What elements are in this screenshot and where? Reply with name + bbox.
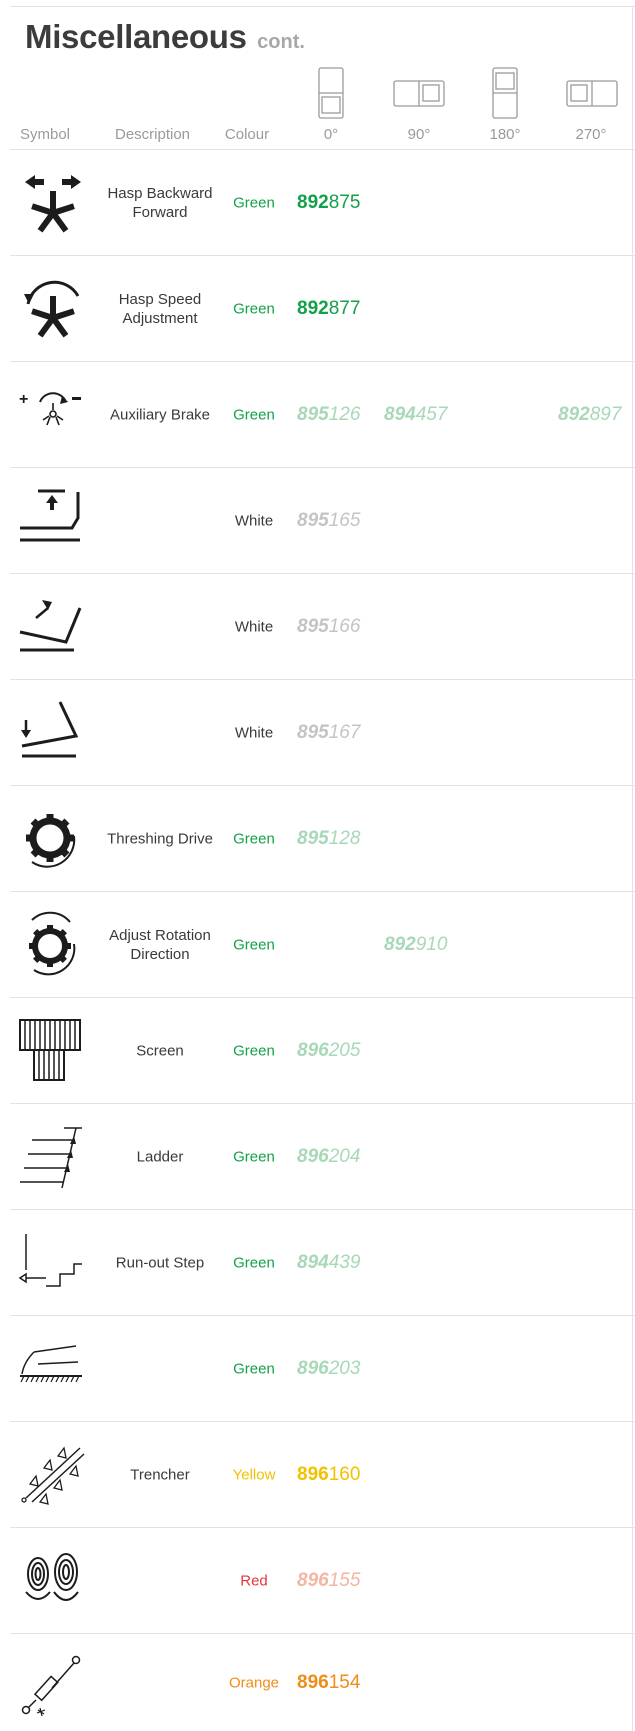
row-colour: Green <box>233 936 275 953</box>
code-0: 892877 <box>297 297 361 319</box>
row-description: Threshing Drive <box>107 830 213 847</box>
row-colour: Yellow <box>232 1466 276 1483</box>
row-description: Adjust Rotation Direction <box>109 926 211 963</box>
rotation-direction-icon <box>29 911 76 976</box>
col-colour: Colour <box>224 126 270 143</box>
table-row: Run-out Step Green 894439 <box>10 1210 635 1316</box>
code-0: 894439 <box>297 1251 361 1273</box>
code-0: 896204 <box>297 1145 361 1167</box>
code-0: 895128 <box>297 827 361 849</box>
code-0: 895167 <box>297 721 361 743</box>
row-colour: Green <box>233 194 275 211</box>
table-row: White 895165 <box>10 468 635 574</box>
code-0: 896155 <box>297 1569 361 1591</box>
table-row: Hasp Speed Adjustment Green 892877 <box>10 256 635 362</box>
page: Miscellaneous cont. Symbol Description C… <box>0 0 635 1731</box>
table-row: White 895167 <box>10 680 635 786</box>
row-description: Run-out Step <box>115 1254 205 1271</box>
orientation-180-icon <box>492 67 518 119</box>
row-colour: White <box>234 512 274 529</box>
code-0: 895165 <box>297 509 361 531</box>
orientation-0-icon <box>318 67 344 119</box>
blade-icon <box>20 1345 82 1383</box>
table-row: Green 896203 <box>10 1316 635 1422</box>
page-title: Miscellaneous cont. <box>25 18 305 56</box>
tray-raise-icon <box>20 489 80 542</box>
row-colour: Red <box>240 1572 268 1589</box>
footprints-icon <box>25 1553 79 1601</box>
row-colour: White <box>234 724 274 741</box>
table-row: Adjust Rotation Direction Green 892910 <box>10 892 635 998</box>
row-colour: White <box>234 618 274 635</box>
row-description: Trencher <box>130 1466 190 1483</box>
row-description: Hasp Speed Adjustment <box>118 290 202 327</box>
table-row: Red 896155 <box>10 1528 635 1634</box>
row-description: Hasp Backward Forward <box>107 184 213 221</box>
row-colour: Green <box>233 830 275 847</box>
row-description: Ladder <box>136 1148 184 1165</box>
table-row: Orange 896154 <box>10 1634 635 1731</box>
ladder-icon <box>20 1127 82 1189</box>
col-0: 0° <box>323 126 339 143</box>
tray-tilt-down-icon <box>21 701 79 758</box>
code-0: 896205 <box>297 1039 361 1061</box>
table-row: Hasp Backward Forward Green 892875 <box>10 150 635 256</box>
code-0: 895126 <box>297 403 361 425</box>
hydraulic-cylinder-icon <box>21 1655 81 1717</box>
row-colour: Orange <box>228 1674 280 1691</box>
table-row: Screen Green 896205 <box>10 998 635 1104</box>
row-colour: Green <box>233 1148 275 1165</box>
table-row: Trencher Yellow 896160 <box>10 1422 635 1528</box>
table-row: White 895166 <box>10 574 635 680</box>
code-270: 892897 <box>558 403 622 425</box>
run-out-step-icon <box>18 1234 82 1287</box>
screen-icon <box>19 1019 81 1081</box>
row-description: Auxiliary Brake <box>109 406 211 423</box>
col-90: 90° <box>407 126 431 143</box>
row-description: Screen <box>136 1042 184 1059</box>
row-colour: Green <box>233 406 275 423</box>
col-270: 270° <box>575 126 607 143</box>
title-main: Miscellaneous <box>25 18 247 55</box>
row-colour: Green <box>233 1254 275 1271</box>
top-divider <box>10 6 635 7</box>
hasp-backward-forward-icon <box>25 175 81 233</box>
trencher-icon <box>21 1446 85 1505</box>
code-0: 892875 <box>297 191 361 213</box>
col-symbol: Symbol <box>20 126 71 143</box>
hasp-speed-icon <box>24 280 80 338</box>
orientation-90-icon <box>393 80 445 107</box>
code-0: 895166 <box>297 615 361 637</box>
code-0: 896203 <box>297 1357 361 1379</box>
code-0: 896160 <box>297 1463 361 1485</box>
title-suffix: cont. <box>257 31 305 53</box>
table-row: Ladder Green 896204 <box>10 1104 635 1210</box>
col-180: 180° <box>489 126 521 143</box>
auxiliary-brake-icon: + <box>19 391 81 426</box>
table-row: Threshing Drive Green 895128 <box>10 786 635 892</box>
orientation-270-icon <box>566 80 618 107</box>
code-0: 896154 <box>297 1671 361 1693</box>
row-colour: Green <box>233 1042 275 1059</box>
row-colour: Green <box>233 1360 275 1377</box>
threshing-drive-icon <box>26 814 76 868</box>
tray-tilt-up-icon <box>19 600 82 652</box>
code-90: 894457 <box>384 403 448 425</box>
table-row: + Auxiliary Brake Green 895126 894457 89… <box>10 362 635 468</box>
code-90: 892910 <box>384 933 448 955</box>
row-colour: Green <box>233 300 275 317</box>
col-description: Description <box>114 126 191 143</box>
svg-text:+: + <box>19 391 28 408</box>
